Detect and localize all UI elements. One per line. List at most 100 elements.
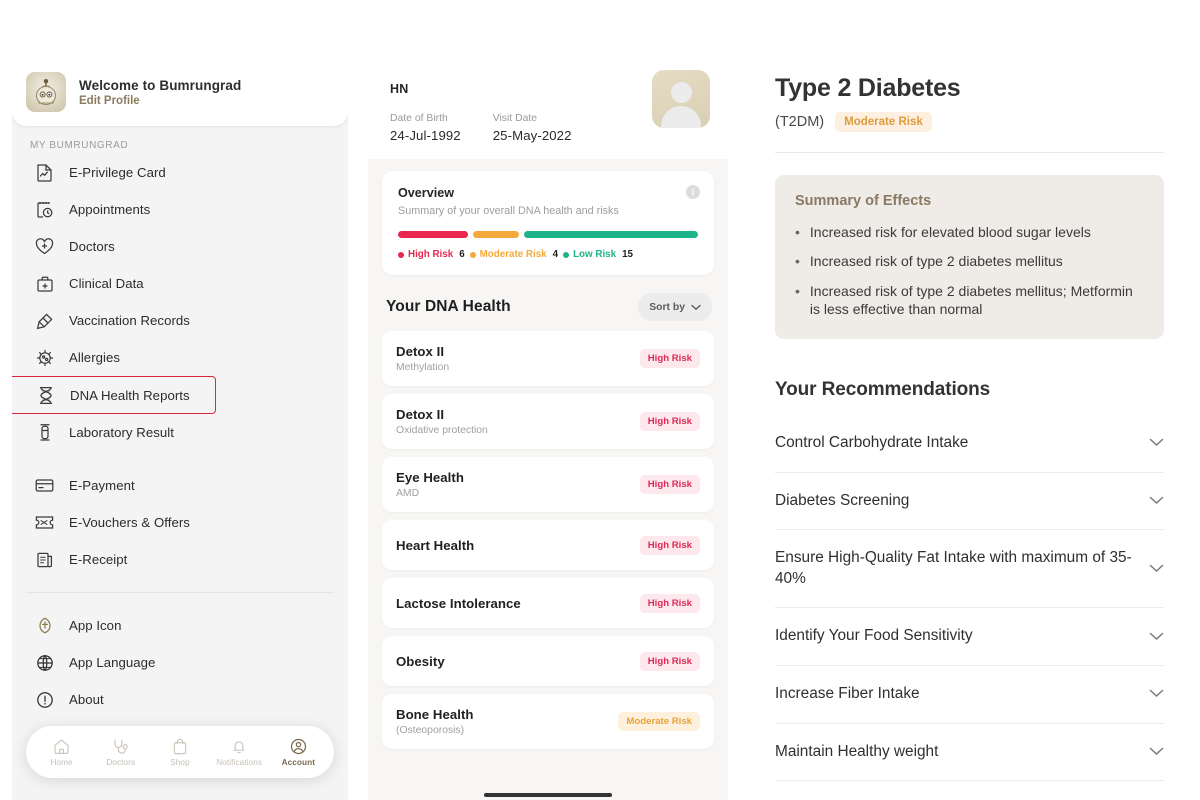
- list-item-name: Lactose Intolerance: [396, 595, 521, 611]
- recommendation-row[interactable]: Ensure High-Quality Fat Intake with maxi…: [775, 530, 1164, 609]
- screenshot-root: Welcome to Bumrungrad Edit Profile MY BU…: [0, 0, 1200, 800]
- tab-notifications[interactable]: Notifications: [210, 737, 268, 767]
- legend-dot-icon: [563, 251, 570, 258]
- visit-date-label: Visit Date: [492, 113, 538, 124]
- list-item-subtitle: AMD: [396, 488, 420, 499]
- visit-date-value: 25-May-2022: [492, 128, 572, 143]
- list-item[interactable]: Detox II Methylation High Risk: [382, 331, 714, 386]
- sidebar-item-label: App Icon: [69, 618, 122, 633]
- sidebar-item-e-vouchers-offers[interactable]: E-Vouchers & Offers: [12, 504, 348, 541]
- tab-home[interactable]: Home: [33, 737, 91, 767]
- risk-legend-entry: Moderate Risk 4: [469, 249, 559, 260]
- sidebar-item-label: Allergies: [69, 350, 121, 365]
- status-badge: High Risk: [639, 475, 700, 494]
- sidebar-item-clinical-data[interactable]: Clinical Data: [12, 265, 348, 302]
- status-badge: High Risk: [639, 593, 700, 613]
- recommendation-row[interactable]: Increase Fiber Intake: [775, 666, 1164, 724]
- list-item-name: Obesity: [396, 653, 445, 669]
- avatar[interactable]: [652, 70, 710, 128]
- sidebar-item-label: E-Vouchers & Offers: [69, 515, 190, 530]
- recommendation-label: Control Carbohydrate Intake: [775, 433, 969, 451]
- sidebar-item-label: Appointments: [69, 202, 151, 217]
- sidebar-item-app-language[interactable]: App Language: [12, 644, 348, 681]
- chevron-down-icon[interactable]: [1149, 685, 1164, 703]
- heart-plus-icon: [34, 236, 55, 257]
- bell-icon: [231, 737, 247, 756]
- list-item-texts: Bone Health (Osteoporosis): [396, 707, 474, 736]
- info-icon[interactable]: i: [686, 185, 700, 199]
- status-badge: Moderate Risk: [618, 712, 700, 731]
- patient-header: HN Date of Birth 24-Jul-1992 Visit Date …: [368, 52, 728, 159]
- tab-shop[interactable]: Shop: [151, 737, 209, 767]
- overview-title: Overview: [398, 186, 455, 200]
- account-menu-panel: Welcome to Bumrungrad Edit Profile MY BU…: [12, 58, 348, 800]
- sidebar-item-appointments[interactable]: Appointments: [12, 191, 348, 228]
- receipt-icon: [34, 549, 55, 570]
- profile-card[interactable]: Welcome to Bumrungrad Edit Profile: [12, 58, 348, 126]
- chevron-down-icon[interactable]: [1149, 434, 1164, 452]
- risk-bar-segment: [524, 231, 698, 238]
- list-item[interactable]: Heart Health High Risk: [382, 520, 714, 570]
- dna-report-panel: HN Date of Birth 24-Jul-1992 Visit Date …: [368, 52, 728, 800]
- sidebar-item-e-payment[interactable]: E-Payment: [12, 467, 348, 504]
- sidebar-item-about[interactable]: About: [12, 681, 348, 718]
- summary-bullet-text: Increased risk for elevated blood sugar …: [809, 224, 1091, 240]
- sidebar-item-label: App Language: [69, 655, 156, 670]
- sidebar-item-e-receipt[interactable]: E-Receipt: [12, 541, 348, 578]
- recommendation-row[interactable]: Maintain Healthy weight: [775, 724, 1164, 782]
- tab-doctors[interactable]: Doctors: [92, 737, 150, 767]
- chevron-down-icon[interactable]: [1149, 628, 1164, 646]
- sidebar-item-allergies[interactable]: Allergies: [12, 339, 348, 376]
- risk-legend-entry: High Risk 6: [398, 249, 465, 260]
- tab-label: Doctors: [106, 758, 136, 767]
- tab-label: Shop: [170, 758, 190, 767]
- recommendation-row[interactable]: Identify Your Food Sensitivity: [775, 608, 1164, 667]
- summary-title: Summary of Effects: [795, 193, 932, 209]
- page-title: Type 2 Diabetes: [775, 74, 961, 102]
- summary-bullet: • Increased risk for elevated blood sugar…: [795, 223, 1144, 241]
- dob-field: Date of Birth 24-Jul-1992: [390, 113, 461, 143]
- medical-bag-icon: [34, 273, 55, 294]
- chevron-down-icon[interactable]: [1149, 560, 1164, 578]
- legend-count: 4: [552, 249, 559, 260]
- menu-section-label: MY BUMRUNGRAD: [30, 140, 129, 151]
- sidebar-item-laboratory-result[interactable]: Laboratory Result: [12, 414, 348, 451]
- legend-label: Low Risk: [573, 249, 617, 260]
- app-badge-icon: [34, 615, 55, 636]
- tab-label: Notifications: [216, 758, 263, 767]
- sidebar-item-app-icon[interactable]: App Icon: [12, 607, 348, 644]
- home-indicator: [484, 793, 612, 797]
- risk-bar-segment: [398, 231, 468, 238]
- risk-bar-segment: [472, 231, 519, 238]
- info-circle-icon: [34, 689, 55, 710]
- risk-distribution-bar: [398, 231, 698, 238]
- chevron-down-icon[interactable]: [1149, 492, 1164, 510]
- sidebar-item-doctors[interactable]: Doctors: [12, 228, 348, 265]
- list-item-texts: Eye Health AMD: [396, 470, 464, 499]
- tab-account[interactable]: Account: [269, 737, 327, 767]
- sidebar-item-dna-health-reports[interactable]: DNA Health Reports: [12, 376, 216, 414]
- recommendation-label: Identify Your Food Sensitivity: [775, 627, 973, 645]
- sidebar-item-label: Laboratory Result: [69, 425, 174, 440]
- recommendation-row[interactable]: Diabetes Screening: [775, 473, 1164, 531]
- list-item[interactable]: Eye Health AMD High Risk: [382, 457, 714, 512]
- list-item[interactable]: Lactose Intolerance High Risk: [382, 578, 714, 628]
- condition-abbreviation: (T2DM): [775, 114, 825, 130]
- recommendations-list: Control Carbohydrate Intake Diabetes Scre…: [775, 415, 1164, 782]
- list-item[interactable]: Bone Health (Osteoporosis) Moderate Risk: [382, 694, 714, 749]
- list-item-name: Detox II: [396, 407, 445, 422]
- sidebar-item-vaccination-records[interactable]: Vaccination Records: [12, 302, 348, 339]
- sidebar-item-e-privilege-card[interactable]: E-Privilege Card: [12, 154, 348, 191]
- list-item-subtitle: (Osteoporosis): [396, 725, 465, 736]
- sort-by-button[interactable]: Sort by: [638, 293, 712, 321]
- legend-count: 6: [459, 249, 465, 260]
- list-item[interactable]: Obesity High Risk: [382, 636, 714, 686]
- status-badge: Moderate Risk: [835, 112, 932, 132]
- welcome-text: Welcome to Bumrungrad: [79, 77, 242, 93]
- recommendation-row[interactable]: Control Carbohydrate Intake: [775, 415, 1164, 473]
- status-badge: High Risk: [639, 412, 700, 431]
- dna-list-header: Your DNA Health Sort by: [368, 275, 728, 331]
- edit-profile-link[interactable]: Edit Profile: [79, 95, 241, 107]
- list-item[interactable]: Detox II Oxidative protection High Risk: [382, 394, 714, 449]
- chevron-down-icon[interactable]: [1149, 743, 1164, 761]
